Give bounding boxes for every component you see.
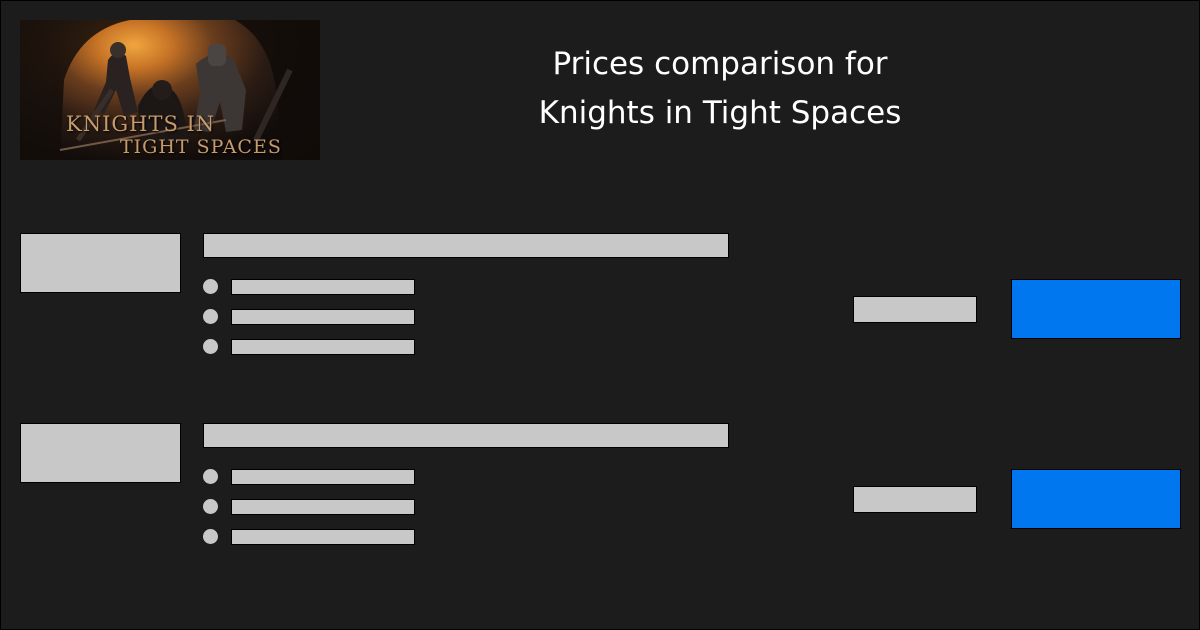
store-logo-placeholder	[20, 233, 181, 293]
bullet-icon	[203, 529, 218, 544]
feature-placeholder	[231, 309, 415, 325]
offer-title-placeholder	[203, 233, 729, 258]
page-title-line-1: Prices comparison for	[552, 46, 888, 82]
feature-placeholder	[231, 339, 415, 355]
game-cover-image: KNIGHTS IN TIGHT SPACES	[20, 20, 320, 160]
page-title: Prices comparison for Knights in Tight S…	[440, 40, 1000, 138]
bullet-icon	[203, 309, 218, 324]
game-logo-line-1: KNIGHTS IN	[66, 112, 216, 136]
buy-button[interactable]	[1011, 469, 1181, 529]
bullet-icon	[203, 339, 218, 354]
price-placeholder	[853, 486, 977, 513]
feature-placeholder	[231, 529, 415, 545]
price-placeholder	[853, 296, 977, 323]
store-logo-placeholder	[20, 423, 181, 483]
page-title-line-2: Knights in Tight Spaces	[538, 95, 902, 131]
feature-placeholder	[231, 499, 415, 515]
feature-placeholder	[231, 279, 415, 295]
offer-row	[0, 233, 1200, 358]
bullet-icon	[203, 499, 218, 514]
offer-row	[0, 423, 1200, 548]
bullet-icon	[203, 469, 218, 484]
bullet-icon	[203, 279, 218, 294]
feature-placeholder	[231, 469, 415, 485]
buy-button[interactable]	[1011, 279, 1181, 339]
game-logo-line-2: TIGHT SPACES	[120, 136, 282, 158]
offer-title-placeholder	[203, 423, 729, 448]
